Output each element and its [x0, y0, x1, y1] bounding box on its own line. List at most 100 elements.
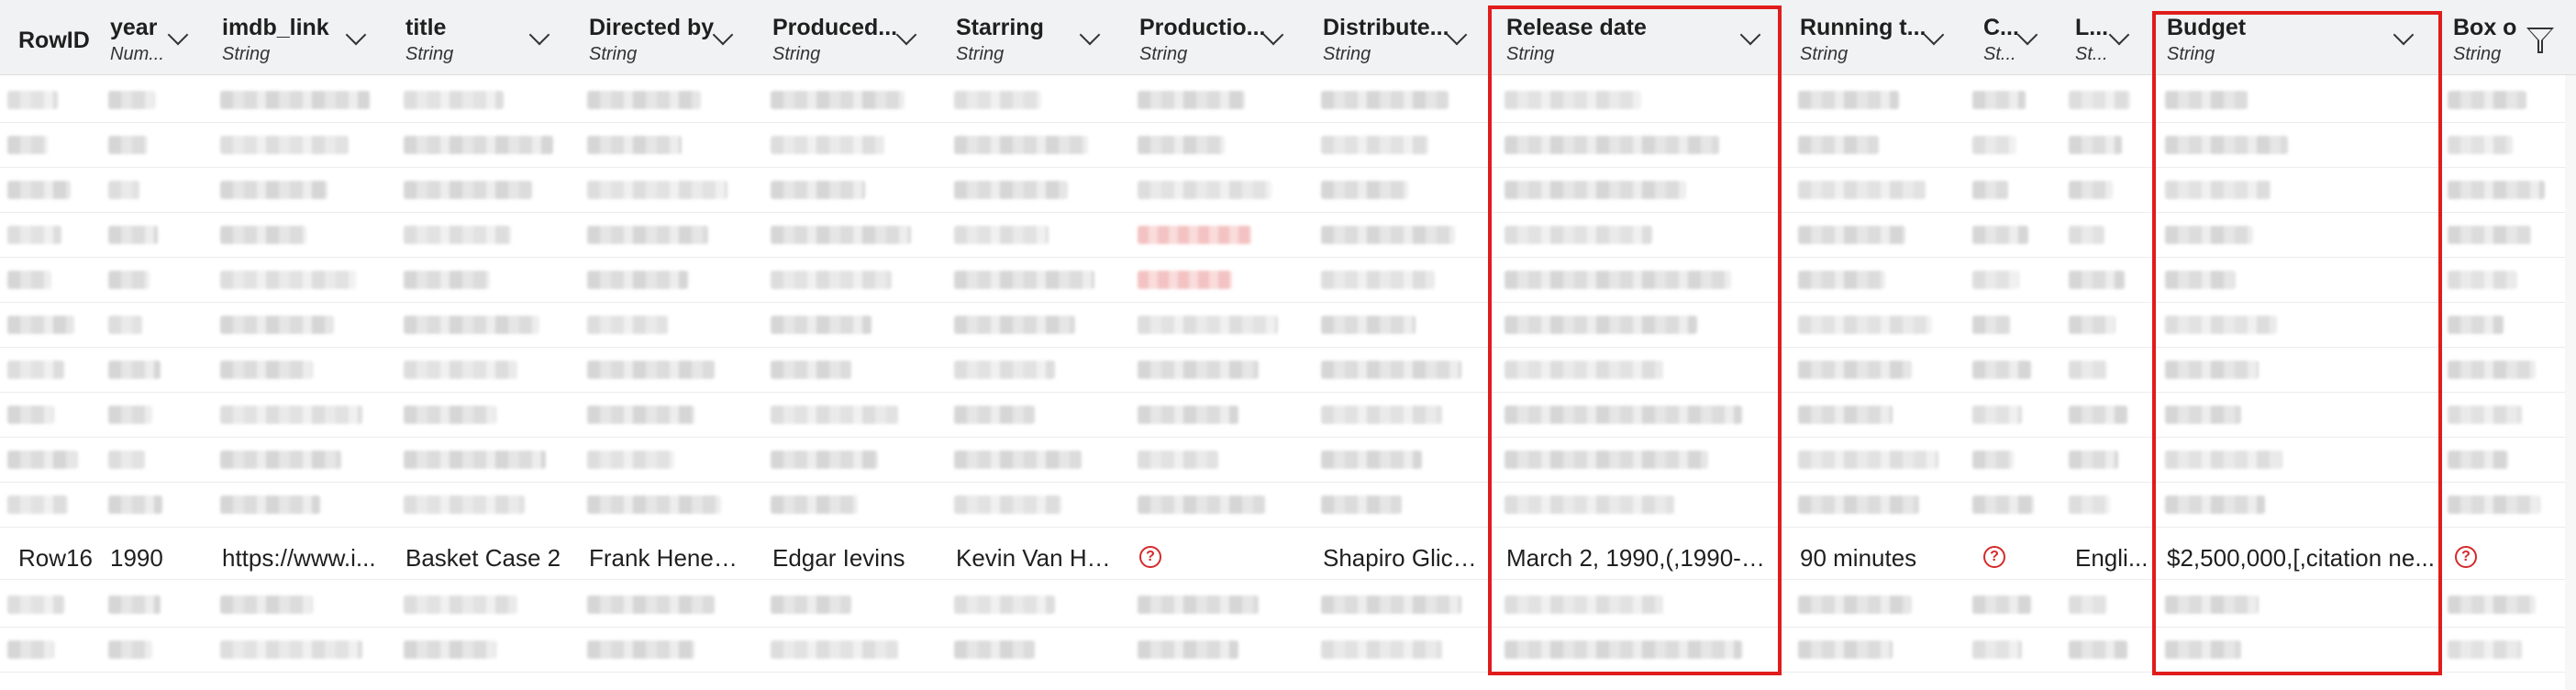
redacted-cell	[954, 495, 1061, 514]
chevron-down-icon[interactable]	[1262, 24, 1284, 46]
chevron-down-icon[interactable]	[1923, 24, 1945, 46]
chevron-down-icon[interactable]	[528, 24, 550, 46]
cell-rowid[interactable]: Row16	[0, 535, 101, 580]
redacted-cell	[587, 136, 682, 154]
cell-language[interactable]: Engli...	[2057, 535, 2149, 580]
cell-text: https://www.i...	[222, 544, 376, 572]
redacted-cell	[1138, 316, 1278, 334]
column-header-box-office[interactable]: Box o String	[2435, 0, 2526, 75]
redacted-cell	[954, 91, 1041, 109]
redacted-cell	[1972, 271, 2019, 289]
cell-release-date[interactable]: March 2, 1990,(,1990-03...	[1488, 535, 1782, 580]
redacted-cell	[771, 451, 878, 469]
redacted-cell	[7, 361, 64, 379]
redacted-cell	[404, 451, 546, 469]
redacted-row	[0, 483, 2576, 528]
cell-distributed-by[interactable]: Shapiro Glick...	[1305, 535, 1488, 580]
column-header-budget[interactable]: Budget String	[2149, 0, 2442, 75]
column-type: String	[589, 44, 638, 64]
cell-imdb-link[interactable]: https://www.i...	[204, 535, 387, 580]
column-type: St...	[1983, 44, 2016, 64]
redacted-cell	[2448, 451, 2508, 469]
redacted-cell	[7, 91, 58, 109]
cell-production[interactable]: ?	[1121, 535, 1305, 580]
redacted-cell	[2165, 595, 2259, 614]
cell-produced-by[interactable]: Edgar Ievins	[754, 535, 938, 580]
column-name: Produced...	[772, 15, 898, 40]
column-type: String	[1506, 44, 1555, 64]
redacted-cell	[1972, 495, 2034, 514]
cell-box-office[interactable]: ?	[2435, 535, 2526, 580]
redacted-cell	[1505, 91, 1641, 109]
redacted-cell	[2069, 136, 2122, 154]
redacted-cell	[771, 181, 865, 199]
redacted-cell	[7, 495, 68, 514]
column-header-release-date[interactable]: Release date String	[1488, 0, 1782, 75]
chevron-down-icon[interactable]	[895, 24, 917, 46]
cell-running-time[interactable]: 90 minutes	[1782, 535, 1965, 580]
redacted-cell	[1138, 495, 1265, 514]
cell-budget[interactable]: $2,500,000,[,citation ne...	[2149, 535, 2442, 580]
redacted-cell	[1972, 91, 2026, 109]
redacted-cell	[2448, 271, 2517, 289]
column-header-produced-by[interactable]: Produced... String	[754, 0, 938, 75]
redacted-cell	[2069, 640, 2127, 659]
redacted-cell	[1321, 271, 1435, 289]
scrollbar-track[interactable]	[2565, 75, 2576, 690]
redacted-cell	[1798, 406, 1893, 424]
cell-country[interactable]: ?	[1965, 535, 2057, 580]
column-header-rowid[interactable]: RowID	[0, 0, 101, 75]
column-header-country[interactable]: C... St...	[1965, 0, 2057, 75]
redacted-cell	[2069, 181, 2113, 199]
cell-text: Shapiro Glick...	[1323, 544, 1483, 572]
redacted-cell	[1798, 595, 1912, 614]
chevron-down-icon[interactable]	[167, 24, 189, 46]
column-header-title[interactable]: title String	[387, 0, 571, 75]
cell-title[interactable]: Basket Case 2	[387, 535, 571, 580]
redacted-cell	[2165, 271, 2236, 289]
chevron-down-icon[interactable]	[2108, 24, 2130, 46]
column-header-year[interactable]: year Num...	[92, 0, 220, 75]
redacted-cell	[220, 91, 370, 109]
redacted-cell	[220, 640, 362, 659]
redacted-cell	[954, 451, 1082, 469]
redacted-cell	[108, 271, 150, 289]
cell-year[interactable]: 1990	[92, 535, 202, 580]
column-name: Starring	[956, 15, 1044, 40]
redacted-cell	[2448, 595, 2536, 614]
chevron-down-icon[interactable]	[1079, 24, 1101, 46]
column-header-distributed-by[interactable]: Distribute... String	[1305, 0, 1488, 75]
redacted-cell	[1321, 316, 1416, 334]
chevron-down-icon[interactable]	[1446, 24, 1468, 46]
redacted-cell	[1972, 136, 2016, 154]
chevron-down-icon[interactable]	[2393, 24, 2415, 46]
table-row[interactable]: Row16 1990 https://www.i... Basket Case …	[0, 535, 2576, 580]
redacted-cell	[1798, 91, 1899, 109]
cell-directed-by[interactable]: Frank Henenl...	[571, 535, 754, 580]
column-header-imdb-link[interactable]: imdb_link String	[204, 0, 387, 75]
redacted-cell	[587, 91, 701, 109]
column-header-language[interactable]: L... St...	[2057, 0, 2149, 75]
column-header-production[interactable]: Productio... String	[1121, 0, 1305, 75]
redacted-cell	[771, 361, 851, 379]
chevron-down-icon[interactable]	[1739, 24, 1761, 46]
column-header-starring[interactable]: Starring String	[938, 0, 1121, 75]
question-circle-icon: ?	[2455, 546, 2477, 568]
redacted-cell	[1798, 451, 1938, 469]
column-type: String	[772, 44, 821, 64]
redacted-cell	[1505, 361, 1663, 379]
cell-text: Frank Henenl...	[589, 544, 749, 572]
column-header-directed-by[interactable]: Directed by String	[571, 0, 754, 75]
chevron-down-icon[interactable]	[712, 24, 734, 46]
redacted-cell	[220, 316, 334, 334]
redacted-cell	[771, 91, 905, 109]
chevron-down-icon[interactable]	[345, 24, 367, 46]
column-header-running-time[interactable]: Running t... String	[1782, 0, 1965, 75]
column-name: Box o	[2453, 15, 2517, 40]
cell-starring[interactable]: Kevin Van He...	[938, 535, 1121, 580]
redacted-cell	[1321, 451, 1422, 469]
redacted-cell	[2165, 136, 2288, 154]
column-name: Productio...	[1139, 15, 1266, 40]
redacted-cell	[954, 136, 1088, 154]
chevron-down-icon[interactable]	[2016, 24, 2038, 46]
